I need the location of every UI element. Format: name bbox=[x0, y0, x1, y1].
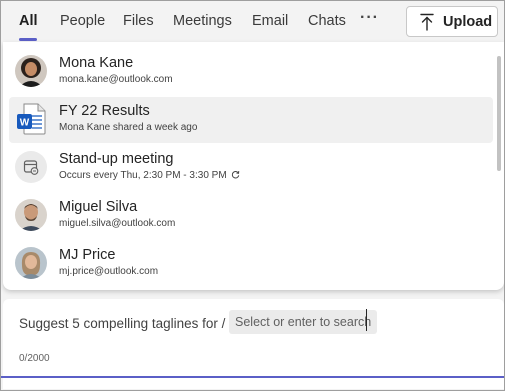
compose-focus-underline bbox=[1, 376, 504, 378]
avatar bbox=[15, 247, 47, 279]
prompt-text: Suggest 5 compelling taglines for / bbox=[19, 316, 226, 331]
result-title: FY 22 Results bbox=[59, 103, 150, 119]
upload-icon bbox=[420, 13, 434, 31]
tab-chats[interactable]: Chats bbox=[308, 13, 346, 29]
character-counter: 0/2000 bbox=[19, 353, 50, 364]
result-meeting-standup[interactable]: Stand-up meeting Occurs every Thu, 2:30 … bbox=[9, 145, 493, 191]
upload-button-label: Upload bbox=[443, 13, 493, 30]
result-title: MJ Price bbox=[59, 247, 116, 263]
result-subtitle: mj.price@outlook.com bbox=[59, 266, 159, 277]
tab-files[interactable]: Files bbox=[123, 13, 154, 29]
tab-email[interactable]: Email bbox=[252, 13, 288, 29]
svg-text:W: W bbox=[20, 118, 30, 129]
calendar-icon bbox=[15, 151, 47, 183]
result-person-mj-price[interactable]: MJ Price mj.price@outlook.com bbox=[9, 241, 493, 287]
tab-bar: All People Files Meetings Email Chats ··… bbox=[1, 1, 504, 42]
result-subtitle: miguel.silva@outlook.com bbox=[59, 218, 176, 229]
result-subtitle: mona.kane@outlook.com bbox=[59, 74, 173, 85]
result-person-miguel-silva[interactable]: Miguel Silva miguel.silva@outlook.com bbox=[9, 193, 493, 239]
more-tabs-button[interactable]: ··· bbox=[360, 9, 379, 27]
search-results-panel: Mona Kane mona.kane@outlook.com W FY 22 … bbox=[3, 42, 504, 290]
result-title: Stand-up meeting bbox=[59, 151, 174, 167]
result-subtitle: Occurs every Thu, 2:30 PM - 3:30 PM bbox=[59, 170, 240, 181]
result-title: Miguel Silva bbox=[59, 199, 138, 215]
tab-meetings[interactable]: Meetings bbox=[173, 13, 232, 29]
avatar bbox=[15, 55, 47, 87]
results-scrollbar[interactable] bbox=[497, 56, 501, 171]
result-file-fy22-results[interactable]: W FY 22 Results Mona Kane shared a week … bbox=[9, 97, 493, 143]
meeting-recurrence-text: Occurs every Thu, 2:30 PM - 3:30 PM bbox=[59, 170, 227, 181]
avatar bbox=[15, 199, 47, 231]
active-tab-indicator bbox=[19, 38, 37, 41]
copilot-search-window: All People Files Meetings Email Chats ··… bbox=[0, 0, 505, 391]
text-cursor bbox=[366, 309, 367, 331]
tab-people[interactable]: People bbox=[60, 13, 105, 29]
result-title: Mona Kane bbox=[59, 55, 134, 71]
upload-button[interactable]: Upload bbox=[406, 6, 498, 37]
tab-all[interactable]: All bbox=[19, 13, 38, 29]
result-subtitle: Mona Kane shared a week ago bbox=[59, 122, 198, 133]
result-person-mona-kane[interactable]: Mona Kane mona.kane@outlook.com bbox=[9, 49, 493, 95]
word-file-icon: W bbox=[17, 103, 46, 135]
recurrence-icon bbox=[231, 171, 239, 179]
search-chip-input[interactable]: Select or enter to search bbox=[229, 310, 378, 334]
